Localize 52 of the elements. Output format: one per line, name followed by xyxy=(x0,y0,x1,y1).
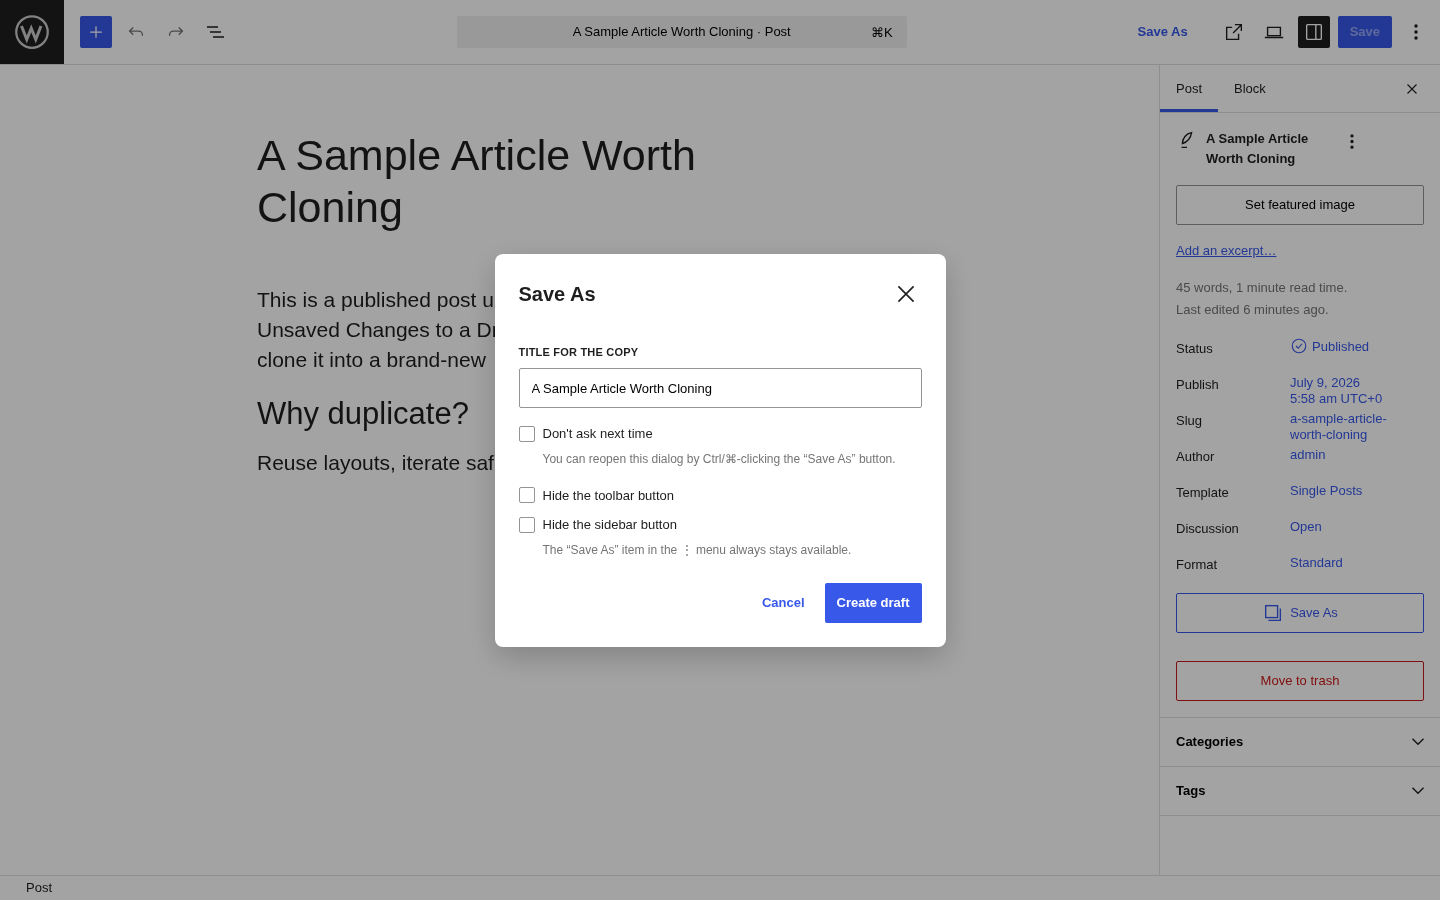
checkbox[interactable] xyxy=(518,516,535,533)
heading-text: Why duplicate? xyxy=(257,395,470,433)
paragraph-text: Reuse layouts, iterate saf xyxy=(257,450,494,477)
field-label: Format xyxy=(1176,555,1219,574)
field-label: Publish xyxy=(1176,375,1220,394)
checkbox[interactable] xyxy=(518,487,535,504)
field-value-link[interactable]: Published xyxy=(1312,336,1370,355)
stats-text: Last edited 6 minutes ago. xyxy=(1176,300,1330,319)
document-title: A Sample Article Worth Cloning · Post xyxy=(572,23,791,42)
field-label: Discussion xyxy=(1176,519,1240,538)
move-to-trash-button[interactable]: Move to trash xyxy=(1176,660,1424,701)
field-value-link[interactable]: admin xyxy=(1290,444,1326,463)
add-block-button[interactable] xyxy=(80,16,112,48)
settings-toggle-button[interactable] xyxy=(1297,16,1330,48)
save-as-link[interactable]: Save As xyxy=(1131,21,1194,43)
cancel-button[interactable]: Cancel xyxy=(749,582,817,623)
field-label: Status xyxy=(1176,339,1214,358)
post-summary-title: A Sample Article Worth Cloning xyxy=(1206,130,1310,168)
stats-text: 45 words, 1 minute read time. xyxy=(1176,278,1349,297)
shortcut-label: ⌘K xyxy=(871,24,893,42)
more-vertical-icon xyxy=(1414,24,1418,40)
chevron-down-icon xyxy=(1412,787,1424,794)
breadcrumb-text: Post xyxy=(26,879,52,898)
excerpt-link[interactable]: Add an excerpt… xyxy=(1176,243,1277,258)
field-label: TITLE FOR THE COPY xyxy=(518,344,640,360)
field-label: Slug xyxy=(1176,411,1204,430)
checkbox-label: Hide the toolbar button xyxy=(542,486,675,505)
paragraph-text: clone it into a brand-new xyxy=(257,347,486,373)
title-input-field[interactable]: A Sample Article Worth Cloning xyxy=(518,368,922,408)
dialog-title: Save As xyxy=(518,281,596,306)
field-value-link[interactable]: Open xyxy=(1290,516,1322,535)
sidebar-tab[interactable]: Post xyxy=(1160,65,1218,112)
logo-icon[interactable] xyxy=(14,14,50,50)
check-circle-icon xyxy=(1290,336,1308,355)
field-label: Template xyxy=(1176,483,1230,502)
save-as-button[interactable]: Save As xyxy=(1176,592,1424,633)
field-label: Author xyxy=(1176,447,1216,466)
checkbox[interactable] xyxy=(518,425,535,442)
help-text: You can reopen this dialog by Ctrl/⌘-clicking the “Save As” button. xyxy=(542,450,897,468)
sidebar-tab[interactable]: Block xyxy=(1218,65,1282,112)
create-draft-button[interactable]: Create draft xyxy=(824,582,922,623)
chevron-down-icon xyxy=(1412,738,1424,745)
post-title: A Sample Article Worth Cloning xyxy=(257,130,697,233)
command-bar[interactable]: A Sample Article Worth Cloning · Post ⌘K xyxy=(456,16,907,48)
featured-image-button[interactable]: Set featured image xyxy=(1176,185,1424,225)
field-value-link[interactable]: Standard xyxy=(1290,552,1343,571)
checkbox-label: Hide the sidebar button xyxy=(542,516,677,534)
checkbox-label: Don't ask next time xyxy=(542,425,653,443)
paragraph-text: This is a published post u xyxy=(257,287,494,313)
help-text: The “Save As” item in the ⋮ menu always stays available. xyxy=(542,541,853,559)
more-vertical-icon xyxy=(1350,133,1354,149)
field-value-link[interactable]: Single Posts xyxy=(1290,480,1363,499)
